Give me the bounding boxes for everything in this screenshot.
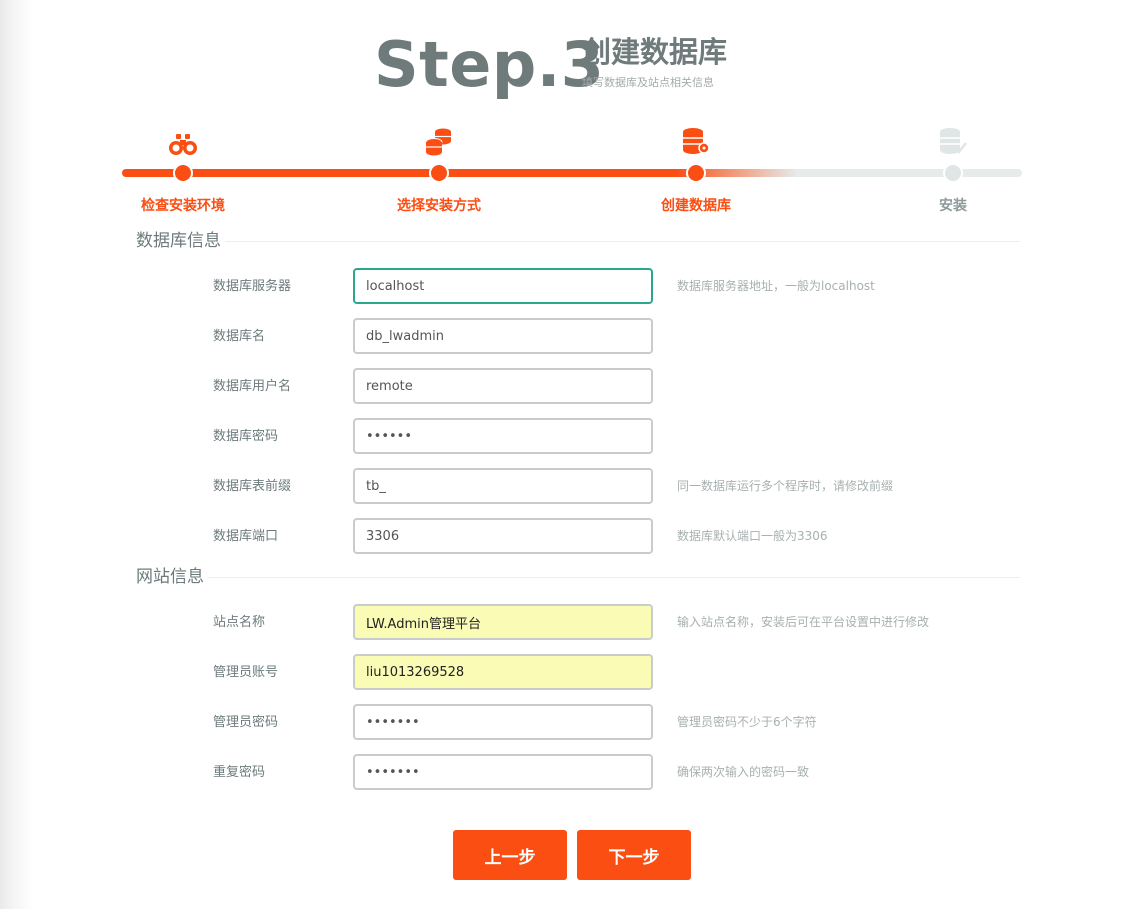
step-create-db: 创建数据库 [616,126,776,214]
label-admin-password: 管理员密码 [213,715,279,730]
step-label: 安装 [939,198,967,214]
section-divider [225,241,1020,242]
label-db-user: 数据库用户名 [213,379,292,394]
step-label: 检查安装环境 [141,198,225,214]
step-label: 创建数据库 [661,198,731,214]
prev-step-button[interactable]: 上一步 [453,830,567,880]
step-dot [943,163,963,183]
page-subtitle: 填写数据库及站点相关信息 [582,76,714,89]
label-db-password: 数据库密码 [213,429,279,444]
hint-site-name: 输入站点名称，安装后可在平台设置中进行修改 [677,615,930,629]
section-title-database: 数据库信息 [136,231,221,251]
database-key-icon [616,126,776,156]
label-db-name: 数据库名 [213,329,266,344]
site-name-input[interactable] [353,604,653,640]
hint-admin-password: 管理员密码不少于6个字符 [677,715,817,729]
section-title-site: 网站信息 [136,567,204,587]
db-user-input[interactable] [353,368,653,404]
hint-db-port: 数据库默认端口一般为3306 [677,529,828,543]
page-title: 创建数据库 [582,35,728,69]
page-edge-shadow [0,0,34,909]
hint-db-prefix: 同一数据库运行多个程序时，请修改前缀 [677,479,894,493]
db-prefix-input[interactable] [353,468,653,504]
binoculars-icon [103,126,263,156]
step-dot [173,163,193,183]
label-admin-account: 管理员账号 [213,665,279,680]
db-password-input[interactable] [353,418,653,454]
coins-icon [359,126,519,156]
db-server-input[interactable] [353,268,653,304]
step-dot [686,163,706,183]
step-check-env: 检查安装环境 [103,126,263,214]
repeat-password-input[interactable] [353,754,653,790]
label-site-name: 站点名称 [213,615,266,630]
label-repeat-password: 重复密码 [213,765,266,780]
admin-password-input[interactable] [353,704,653,740]
hint-db-server: 数据库服务器地址，一般为localhost [677,279,875,293]
label-db-prefix: 数据库表前缀 [213,479,292,494]
admin-account-input[interactable] [353,654,653,690]
next-step-button[interactable]: 下一步 [577,830,691,880]
step-install-method: 选择安装方式 [359,126,519,214]
db-name-input[interactable] [353,318,653,354]
database-check-icon [873,126,1033,156]
section-divider [208,577,1020,578]
step-label: 选择安装方式 [397,198,481,214]
step-number: Step.3 [374,28,605,101]
step-dot [429,163,449,183]
db-port-input[interactable] [353,518,653,554]
hint-repeat-password: 确保两次输入的密码一致 [677,765,810,779]
label-db-port: 数据库端口 [213,529,279,544]
step-install: 安装 [873,126,1033,214]
label-db-server: 数据库服务器 [213,279,292,294]
